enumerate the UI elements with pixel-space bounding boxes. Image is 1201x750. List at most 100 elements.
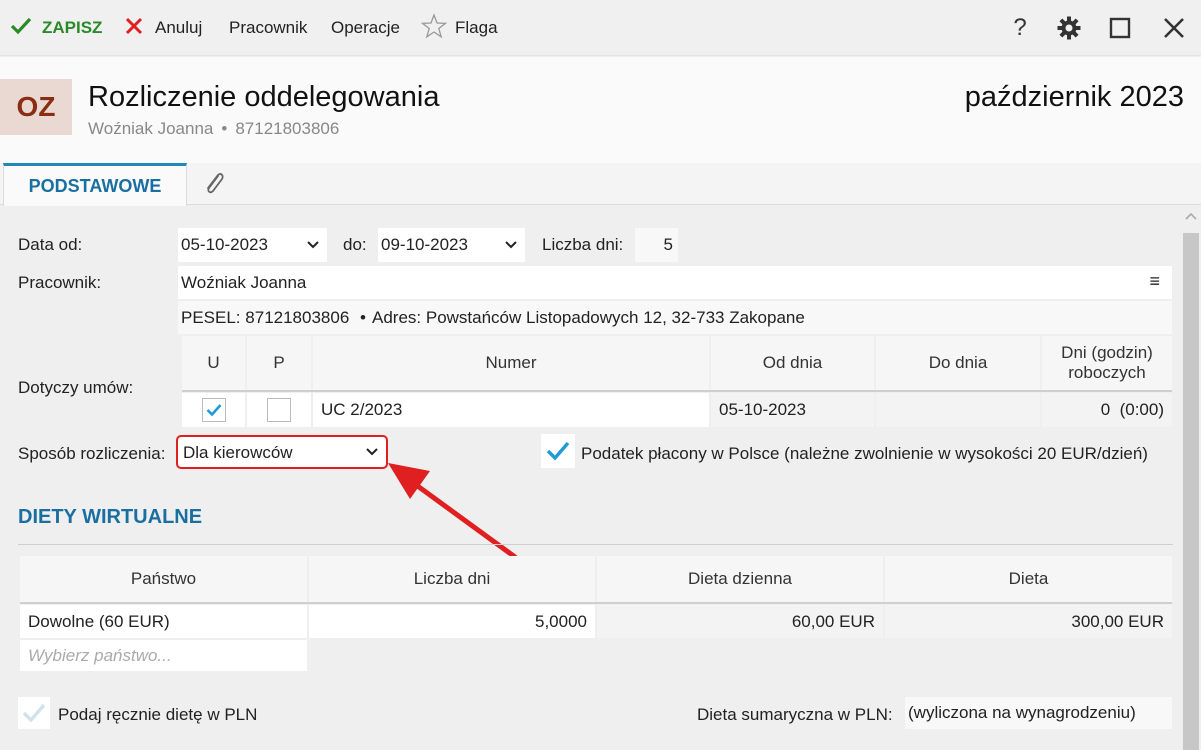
scrollbar-thumb[interactable] bbox=[1183, 233, 1199, 750]
worker-field[interactable]: Woźniak Joanna ≡ bbox=[178, 266, 1172, 299]
check-icon bbox=[546, 441, 570, 461]
contracts-header-u[interactable]: U bbox=[182, 336, 245, 390]
contract-u-cell[interactable] bbox=[182, 393, 245, 427]
section-divider bbox=[18, 544, 1173, 545]
date-to-value: 09-10-2023 bbox=[381, 235, 468, 254]
operations-menu-label: Operacje bbox=[331, 18, 400, 37]
contract-to[interactable] bbox=[876, 393, 1040, 427]
contracts-header-from[interactable]: Od dnia bbox=[711, 336, 874, 390]
gear-icon bbox=[1057, 16, 1081, 40]
diet-sum-field[interactable]: (wyliczona na wynagrodzeniu) bbox=[905, 697, 1172, 729]
separator-dot: • bbox=[221, 119, 228, 138]
date-from-field[interactable]: 05-10-2023 bbox=[178, 228, 327, 262]
menu-icon[interactable]: ≡ bbox=[1149, 271, 1160, 292]
cancel-button[interactable]: Anuluj bbox=[125, 0, 202, 56]
page-title: Rozliczenie oddelegowania bbox=[88, 81, 440, 113]
contract-p-cell[interactable] bbox=[247, 393, 311, 427]
check-icon bbox=[22, 703, 46, 723]
allowances-header-days[interactable]: Liczba dni bbox=[309, 556, 595, 602]
tax-label: Podatek płacony w Polsce (należne zwolni… bbox=[581, 444, 1148, 463]
contract-days[interactable]: 0 (0:00) bbox=[1042, 393, 1172, 427]
worker-menu-button[interactable]: Pracownik bbox=[229, 0, 307, 56]
address-label: Adres: bbox=[371, 307, 422, 327]
settlement-value: Dla kierowców bbox=[183, 443, 293, 462]
worker-value: Woźniak Joanna bbox=[181, 272, 307, 292]
diet-sum-value: (wyliczona na wynagrodzeniu) bbox=[908, 703, 1136, 722]
x-icon bbox=[125, 17, 143, 40]
save-button[interactable]: ZAPISZ bbox=[10, 0, 102, 56]
contract-from[interactable]: 05-10-2023 bbox=[711, 393, 874, 427]
toolbar: ZAPISZ Anuluj Pracownik Operacje Flaga ? bbox=[0, 0, 1201, 56]
chevron-down-icon bbox=[505, 241, 517, 249]
date-to-label: do: bbox=[343, 235, 367, 254]
employee-pesel: 87121803806 bbox=[235, 119, 340, 138]
contract-u-checkbox[interactable] bbox=[201, 398, 226, 422]
document-subtitle: Woźniak Joanna • 87121803806 bbox=[88, 119, 339, 139]
worker-details: PESEL: 87121803806 • Adres: Powstańców L… bbox=[178, 301, 1172, 334]
check-icon bbox=[10, 17, 32, 40]
pesel-label: PESEL: bbox=[181, 307, 241, 327]
flag-label: Flaga bbox=[455, 18, 498, 37]
days-count-field[interactable]: 5 bbox=[635, 228, 678, 262]
close-icon bbox=[1164, 18, 1184, 38]
contracts-label: Dotyczy umów: bbox=[18, 378, 134, 397]
days-count-value: 5 bbox=[663, 235, 673, 254]
cancel-label: Anuluj bbox=[155, 18, 203, 37]
star-icon bbox=[420, 12, 448, 44]
section-title-allowances: DIETY WIRTUALNE bbox=[18, 506, 203, 528]
allowance-days[interactable]: 5,0000 bbox=[309, 605, 595, 638]
contract-p-checkbox[interactable] bbox=[267, 398, 291, 422]
allowance-daily[interactable]: 60,00 EUR bbox=[597, 605, 883, 638]
settlement-label: Sposób rozliczenia: bbox=[18, 444, 166, 463]
manual-diet-checkbox[interactable] bbox=[18, 697, 50, 729]
document-header: OZ Rozliczenie oddelegowania Woźniak Joa… bbox=[0, 57, 1201, 163]
save-label: ZAPISZ bbox=[42, 18, 103, 37]
settlement-select[interactable]: Dla kierowców bbox=[176, 435, 388, 469]
contract-number[interactable]: UC 2/2023 bbox=[313, 393, 709, 427]
help-icon: ? bbox=[1013, 14, 1027, 41]
contracts-header-p[interactable]: P bbox=[247, 336, 311, 390]
worker-menu-label: Pracownik bbox=[229, 18, 308, 37]
operations-menu-button[interactable]: Operacje bbox=[331, 0, 400, 56]
tab-bar: PODSTAWOWE bbox=[0, 163, 1201, 206]
help-button[interactable]: ? bbox=[1000, 0, 1040, 56]
check-icon bbox=[206, 404, 221, 417]
tab-basic[interactable]: PODSTAWOWE bbox=[3, 163, 187, 206]
period-label: październik 2023 bbox=[964, 81, 1184, 113]
date-from-value: 05-10-2023 bbox=[181, 235, 268, 254]
chevron-down-icon bbox=[366, 448, 378, 456]
allowances-header-daily[interactable]: Dieta dzienna bbox=[597, 556, 883, 602]
country-placeholder: Wybierz państwo... bbox=[28, 645, 172, 665]
allowances-header-total[interactable]: Dieta bbox=[885, 556, 1172, 602]
grid-divider bbox=[182, 390, 1172, 392]
address-value: Powstańców Listopadowych 12, 32-733 Zako… bbox=[425, 307, 805, 327]
contracts-header-to[interactable]: Do dnia bbox=[876, 336, 1040, 390]
country-picker-input[interactable]: Wybierz państwo... bbox=[20, 640, 307, 671]
settings-button[interactable] bbox=[1049, 0, 1089, 56]
days-count-label: Liczba dni: bbox=[542, 235, 624, 254]
chevron-down-icon bbox=[307, 241, 319, 249]
employee-name: Woźniak Joanna bbox=[88, 119, 214, 138]
allowance-total[interactable]: 300,00 EUR bbox=[885, 605, 1172, 638]
manual-diet-label: Podaj ręcznie dietę w PLN bbox=[58, 705, 258, 724]
allowance-country[interactable]: Dowolne (60 EUR) bbox=[20, 605, 307, 638]
diet-sum-label: Dieta sumaryczna w PLN: bbox=[697, 705, 893, 724]
pesel-value: 87121803806 bbox=[245, 307, 350, 327]
flag-button[interactable]: Flaga bbox=[420, 0, 498, 56]
date-to-field[interactable]: 09-10-2023 bbox=[378, 228, 525, 262]
tab-attachments[interactable] bbox=[198, 169, 230, 199]
close-button[interactable] bbox=[1154, 0, 1194, 56]
square-icon bbox=[1109, 17, 1131, 39]
contracts-header-days[interactable]: Dni (godzin) roboczych bbox=[1042, 336, 1172, 390]
allowances-header-country[interactable]: Państwo bbox=[20, 556, 307, 602]
scroll-up-arrow[interactable] bbox=[1183, 210, 1199, 226]
paperclip-icon bbox=[207, 173, 224, 194]
date-from-label: Data od: bbox=[18, 235, 83, 254]
avatar: OZ bbox=[0, 79, 72, 135]
worker-label: Pracownik: bbox=[18, 273, 102, 292]
grid-divider bbox=[20, 602, 1172, 604]
separator-dot: • bbox=[360, 307, 366, 327]
maximize-button[interactable] bbox=[1100, 0, 1140, 56]
tax-checkbox[interactable] bbox=[541, 434, 575, 468]
contracts-header-number[interactable]: Numer bbox=[313, 336, 709, 390]
